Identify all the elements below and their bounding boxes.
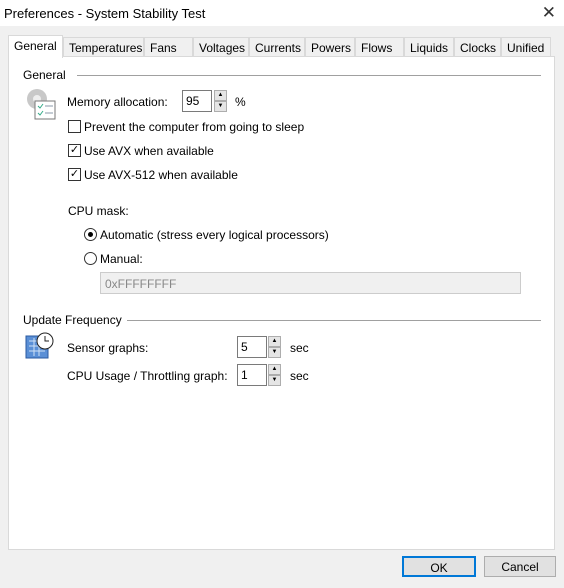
- spin-down-icon[interactable]: ▼: [268, 375, 281, 386]
- memory-allocation-spinner[interactable]: ▲ ▼: [214, 90, 227, 112]
- memory-allocation-input[interactable]: 95: [182, 90, 212, 112]
- window-title: Preferences - System Stability Test: [4, 6, 206, 21]
- divider: [127, 320, 541, 321]
- cpu-usage-graph-input[interactable]: 1: [237, 364, 267, 386]
- use-avx-checkbox[interactable]: ✓: [68, 144, 81, 157]
- tab-flows[interactable]: Flows: [355, 37, 404, 57]
- tab-voltages[interactable]: Voltages: [193, 37, 249, 57]
- automatic-radio[interactable]: [84, 228, 97, 241]
- tab-powers[interactable]: Powers: [305, 37, 355, 57]
- cpu-mask-label: CPU mask:: [68, 204, 129, 218]
- sensor-graphs-unit: sec: [290, 341, 309, 355]
- tab-general[interactable]: General: [8, 35, 63, 58]
- manual-label: Manual:: [100, 252, 143, 266]
- use-avx512-checkbox[interactable]: ✓: [68, 168, 81, 181]
- tab-clocks[interactable]: Clocks: [454, 37, 501, 57]
- spin-up-icon[interactable]: ▲: [268, 336, 281, 347]
- cpu-mask-input[interactable]: 0xFFFFFFFF: [100, 272, 521, 294]
- tab-liquids[interactable]: Liquids: [404, 37, 454, 57]
- spin-up-icon[interactable]: ▲: [214, 90, 227, 101]
- general-group-label: General: [23, 68, 66, 82]
- cancel-button[interactable]: Cancel: [484, 556, 556, 577]
- sensor-graphs-spinner[interactable]: ▲ ▼: [268, 336, 281, 358]
- spin-down-icon[interactable]: ▼: [214, 101, 227, 112]
- clock-graph-icon: [25, 332, 54, 359]
- sensor-graphs-label: Sensor graphs:: [67, 341, 149, 355]
- memory-unit: %: [235, 95, 246, 109]
- ok-button[interactable]: OK: [402, 556, 476, 577]
- use-avx512-label: Use AVX-512 when available: [84, 168, 238, 182]
- tab-fans[interactable]: Fans: [144, 37, 193, 57]
- title-bar: Preferences - System Stability Test ✕: [0, 0, 564, 26]
- spin-down-icon[interactable]: ▼: [268, 347, 281, 358]
- settings-gear-icon: [27, 89, 56, 120]
- use-avx-label: Use AVX when available: [84, 144, 214, 158]
- cpu-usage-graph-unit: sec: [290, 369, 309, 383]
- divider: [77, 75, 541, 76]
- close-icon[interactable]: ✕: [542, 3, 556, 23]
- prevent-sleep-checkbox[interactable]: [68, 120, 81, 133]
- tab-temperatures[interactable]: Temperatures: [63, 37, 144, 57]
- tab-currents[interactable]: Currents: [249, 37, 305, 57]
- memory-allocation-label: Memory allocation:: [67, 95, 168, 109]
- update-frequency-label: Update Frequency: [23, 313, 122, 327]
- prevent-sleep-label: Prevent the computer from going to sleep: [84, 120, 305, 134]
- cpu-usage-graph-spinner[interactable]: ▲ ▼: [268, 364, 281, 386]
- sensor-graphs-input[interactable]: 5: [237, 336, 267, 358]
- spin-up-icon[interactable]: ▲: [268, 364, 281, 375]
- cpu-usage-graph-label: CPU Usage / Throttling graph:: [67, 369, 228, 383]
- automatic-label: Automatic (stress every logical processo…: [100, 228, 329, 242]
- general-panel: General Memory allocation: 95 ▲ ▼ % Preve…: [8, 56, 555, 550]
- tab-unified[interactable]: Unified: [501, 37, 551, 57]
- manual-radio[interactable]: [84, 252, 97, 265]
